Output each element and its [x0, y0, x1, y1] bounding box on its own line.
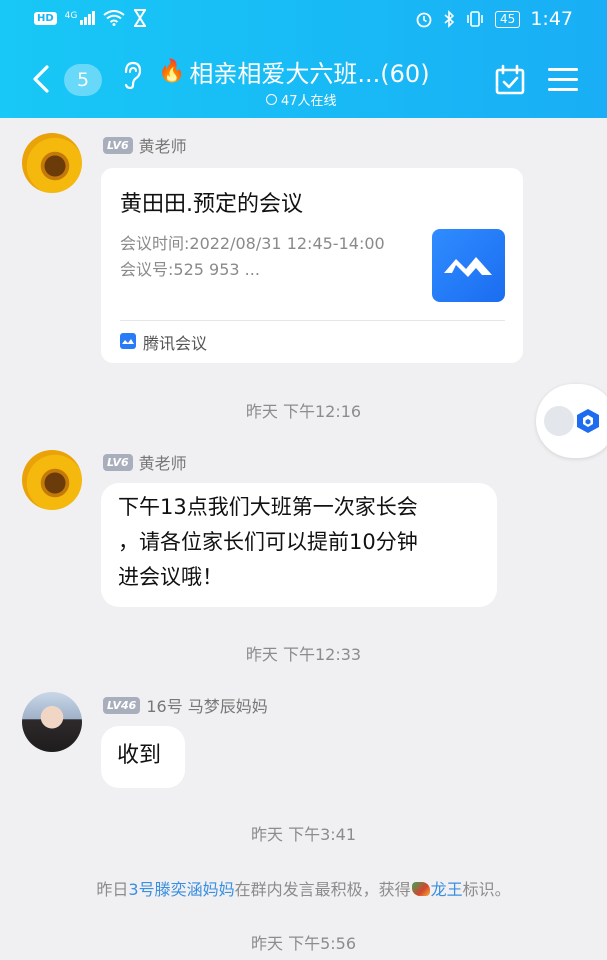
- level-badge: LV6: [103, 136, 133, 154]
- timestamp: 昨天 下午3:41: [250, 825, 357, 844]
- dragon-badge-icon: [411, 882, 430, 896]
- message-line: ，请各位家长们可以提前10分钟: [118, 530, 418, 554]
- back-icon[interactable]: [30, 64, 52, 94]
- message-text: 收到: [117, 743, 162, 768]
- wifi-icon: [103, 10, 125, 26]
- sender-line: LV6 黄老师: [103, 133, 187, 157]
- sender-name[interactable]: 黄老师: [139, 133, 187, 157]
- vibrate-icon: [467, 11, 483, 27]
- system-middle: 在群内发言最积极，获得: [234, 880, 411, 899]
- sender-line: LV6 黄老师: [103, 450, 187, 474]
- clock: 1:47: [530, 8, 573, 30]
- network-type-label: 4G: [64, 11, 78, 21]
- timestamp: 昨天 下午12:16: [245, 402, 362, 421]
- group-title-text: 相亲相爱大六班...(60): [189, 60, 430, 88]
- meeting-card[interactable]: 黄田田.预定的会议 会议时间:2022/08/31 12:45-14:00 会议…: [101, 168, 523, 363]
- avatar[interactable]: [22, 450, 82, 510]
- cube-icon: [577, 409, 599, 433]
- tencent-meeting-small-icon: [120, 333, 136, 349]
- status-bar: HD 4G 45 1:47: [0, 0, 607, 40]
- online-count: 47人在线: [281, 94, 337, 109]
- message-bubble[interactable]: 下午13点我们大班第一次家长会 ，请各位家长们可以提前10分钟 进会议哦！: [101, 483, 497, 607]
- card-divider: [120, 320, 505, 321]
- message-bubble[interactable]: 收到: [101, 726, 185, 788]
- status-right: 45 1:47: [415, 8, 573, 30]
- alarm-icon: [416, 12, 432, 28]
- avatar[interactable]: [22, 692, 82, 752]
- message-line: 下午13点我们大班第一次家长会: [118, 495, 418, 519]
- sender-name[interactable]: 黄老师: [139, 450, 187, 474]
- floating-app-button[interactable]: [536, 384, 607, 458]
- menu-icon[interactable]: [548, 68, 578, 92]
- system-user-link[interactable]: 3号滕奕涵妈妈: [128, 880, 234, 899]
- system-message: 昨日3号滕奕涵妈妈在群内发言最积极，获得 龙王标识。: [0, 876, 607, 900]
- timestamp: 昨天 下午12:33: [245, 645, 362, 664]
- meeting-id: 会议号:525 953 ...: [120, 260, 260, 279]
- card-source: 腾讯会议: [143, 334, 208, 353]
- meeting-time: 会议时间:2022/08/31 12:45-14:00: [120, 234, 385, 253]
- sender-name[interactable]: 16号 马梦辰妈妈: [146, 693, 267, 717]
- hourglass-icon: [134, 9, 147, 27]
- hd-badge: HD: [34, 11, 57, 25]
- calendar-check-icon[interactable]: [494, 64, 526, 96]
- system-prefix: 昨日: [96, 880, 129, 899]
- online-check-icon: [266, 94, 277, 105]
- floating-circle: [544, 406, 574, 436]
- battery-indicator: 45: [495, 10, 521, 28]
- online-status: 47人在线: [266, 90, 337, 109]
- message-text: 下午13点我们大班第一次家长会 ，请各位家长们可以提前10分钟 进会议哦！: [118, 490, 418, 595]
- bluetooth-icon: [444, 10, 455, 28]
- badge-link[interactable]: 龙王: [431, 880, 463, 899]
- signal-icon: 4G: [65, 11, 96, 25]
- timestamp: 昨天 下午5:56: [250, 934, 357, 953]
- system-suffix: 标识。: [462, 880, 511, 899]
- avatar[interactable]: [22, 133, 82, 193]
- group-title[interactable]: 🔥 相亲相爱大六班...(60): [158, 54, 430, 89]
- message-line: 进会议哦！: [118, 565, 223, 589]
- status-left: HD 4G: [34, 9, 147, 27]
- chat-nav-bar: 5 🔥 相亲相爱大六班...(60) 47人在线: [0, 40, 607, 118]
- level-badge: LV6: [103, 453, 133, 471]
- sender-line: LV46 16号 马梦辰妈妈: [103, 693, 268, 717]
- top-bar: HD 4G 45 1:47 5 🔥 相亲相爱大六班...(60) 47人在线: [0, 0, 607, 118]
- meeting-title: 黄田田.预定的会议: [120, 192, 303, 217]
- ear-icon[interactable]: [120, 60, 144, 90]
- fire-icon: 🔥: [158, 59, 186, 84]
- level-badge: LV46: [103, 696, 141, 714]
- tencent-meeting-logo-icon: [432, 229, 505, 302]
- unread-count-badge[interactable]: 5: [64, 64, 102, 96]
